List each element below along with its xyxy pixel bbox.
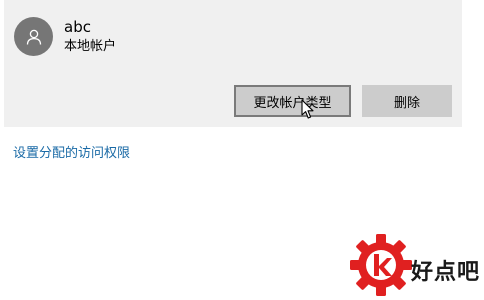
change-account-type-button[interactable]: 更改帐户类型 — [234, 85, 351, 117]
assigned-access-link[interactable]: 设置分配的访问权限 — [13, 145, 130, 163]
red-gear-logo-icon — [350, 234, 412, 296]
account-type: 本地帐户 — [64, 39, 117, 54]
person-icon — [26, 29, 41, 45]
watermark-text: 好点吧 — [411, 260, 481, 285]
avatar — [14, 17, 53, 56]
watermark: 好点吧 — [349, 230, 484, 300]
account-name: abc — [64, 18, 91, 36]
account-card[interactable]: abc 本地帐户 更改帐户类型 删除 — [4, 0, 462, 127]
mouse-cursor-icon — [301, 99, 314, 119]
delete-button[interactable]: 删除 — [362, 85, 452, 117]
